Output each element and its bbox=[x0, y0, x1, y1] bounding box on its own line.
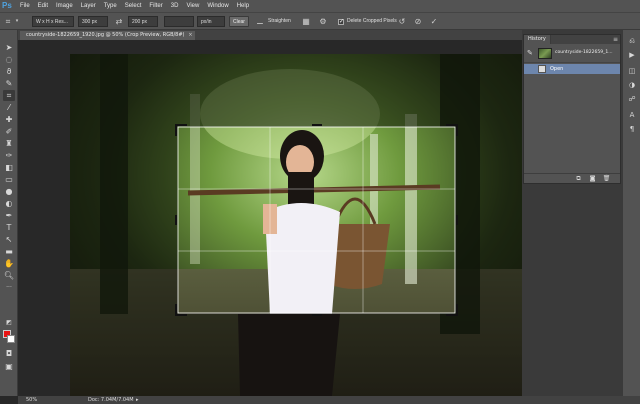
paths-panel-icon[interactable]: ☍ bbox=[626, 94, 638, 104]
menu-filter[interactable]: Filter bbox=[149, 3, 162, 9]
menu-edit[interactable]: Edit bbox=[38, 3, 48, 9]
panel-dock: History ≡ ✎ countryside-1822659_1... Ope… bbox=[522, 30, 622, 396]
blur-tool-icon[interactable]: ● bbox=[3, 186, 15, 197]
width-input[interactable]: 300 px bbox=[78, 16, 108, 27]
document-tab-bar: countryside-1822659_1920.jpg @ 50% (Crop… bbox=[18, 30, 522, 40]
snapshot-camera-icon[interactable]: ◙ bbox=[588, 175, 597, 183]
marquee-tool-icon[interactable]: ◌ bbox=[3, 54, 15, 65]
pen-tool-icon[interactable]: ✒ bbox=[3, 210, 15, 221]
healing-brush-tool-icon[interactable]: ✚ bbox=[3, 114, 15, 125]
paragraph-panel-icon[interactable]: ¶ bbox=[626, 124, 638, 134]
history-tab-bar: History ≡ bbox=[524, 35, 620, 44]
layers-panel-icon[interactable]: ◫ bbox=[626, 66, 638, 76]
eyedropper-tool-icon[interactable]: ⁄ bbox=[3, 102, 15, 113]
quick-mask-icon[interactable]: ◘ bbox=[3, 348, 15, 359]
history-footer: ⧉ ◙ 🗑︎ bbox=[524, 173, 620, 183]
resolution-unit-dropdown[interactable]: px/in bbox=[197, 16, 225, 27]
ratio-dropdown[interactable]: W x H x Res... bbox=[32, 16, 74, 27]
collapsed-panels-strip: ⎌ ▶ ◫ ◑ ☍ A ¶ bbox=[622, 30, 640, 396]
canvas-workspace[interactable] bbox=[18, 40, 522, 396]
menu-help[interactable]: Help bbox=[237, 3, 249, 9]
commit-check-icon[interactable]: ✓ bbox=[429, 16, 439, 27]
menu-bar: Ps File Edit Image Layer Type Select Fil… bbox=[0, 0, 640, 12]
screen-mode-icon[interactable]: ▣ bbox=[3, 361, 15, 372]
trash-icon[interactable]: 🗑︎ bbox=[602, 175, 611, 183]
history-brush-source-icon[interactable]: ✎ bbox=[527, 49, 533, 57]
quick-select-tool-icon[interactable]: ✎ bbox=[3, 78, 15, 89]
history-panel-icon[interactable]: ⎌ bbox=[626, 36, 638, 46]
resolution-input[interactable] bbox=[164, 16, 194, 27]
history-state-open[interactable]: Open bbox=[524, 64, 620, 74]
preset-dropdown-icon[interactable]: ▾ bbox=[14, 16, 20, 27]
zoom-level[interactable]: 50% bbox=[26, 396, 37, 404]
menu-type[interactable]: Type bbox=[104, 3, 117, 9]
straighten-icon[interactable]: ⚊ bbox=[255, 16, 265, 27]
snapshot-label: countryside-1822659_1... bbox=[555, 50, 613, 55]
overlay-grid-icon[interactable]: ▦ bbox=[301, 16, 311, 27]
menu-view[interactable]: View bbox=[186, 3, 199, 9]
type-tool-icon[interactable]: T bbox=[3, 222, 15, 233]
history-panel: History ≡ ✎ countryside-1822659_1... Ope… bbox=[523, 34, 621, 184]
menu-window[interactable]: Window bbox=[207, 3, 228, 9]
zoom-tool-icon[interactable]: 🔍︎ bbox=[3, 270, 15, 281]
move-tool-icon[interactable]: ➤ bbox=[3, 42, 15, 53]
reset-icon[interactable]: ↺ bbox=[397, 16, 407, 27]
crop-tool-icon[interactable]: ⌗ bbox=[3, 90, 15, 101]
menu-3d[interactable]: 3D bbox=[171, 3, 179, 9]
default-colors-icon[interactable]: ◩ bbox=[3, 317, 15, 328]
menu-image[interactable]: Image bbox=[56, 3, 73, 9]
menu-select[interactable]: Select bbox=[125, 3, 142, 9]
photoshop-logo: Ps bbox=[2, 1, 12, 10]
status-menu-icon[interactable]: ▸ bbox=[136, 396, 139, 404]
straighten-label[interactable]: Straighten bbox=[268, 16, 291, 27]
close-icon[interactable]: × bbox=[188, 31, 192, 40]
delete-cropped-checkbox[interactable]: ✓ bbox=[338, 19, 344, 25]
options-bar: ⌗ ▾ W x H x Res... 300 px ⇄ 200 px px/in… bbox=[0, 12, 640, 30]
document-tab-label: countryside-1822659_1920.jpg @ 50% (Crop… bbox=[26, 32, 185, 38]
brush-tool-icon[interactable]: ✐ bbox=[3, 126, 15, 137]
lasso-tool-icon[interactable]: ϑ bbox=[3, 66, 15, 77]
document-photo[interactable] bbox=[70, 54, 522, 396]
background-color-swatch[interactable] bbox=[7, 335, 15, 343]
document-size-info: Doc: 7.04M/7.04M bbox=[88, 397, 134, 403]
actions-panel-icon[interactable]: ▶ bbox=[626, 50, 638, 60]
photo-image bbox=[70, 54, 522, 396]
gear-icon[interactable]: ⚙ bbox=[318, 16, 328, 27]
cancel-icon[interactable]: ⊘ bbox=[413, 16, 423, 27]
tab-history[interactable]: History bbox=[524, 35, 551, 44]
shape-tool-icon[interactable]: ▬ bbox=[3, 246, 15, 257]
document-state-icon bbox=[538, 65, 546, 73]
hand-tool-icon[interactable]: ✋ bbox=[3, 258, 15, 269]
swap-arrows-icon[interactable]: ⇄ bbox=[113, 16, 125, 27]
eraser-tool-icon[interactable]: ◧ bbox=[3, 162, 15, 173]
clone-stamp-tool-icon[interactable]: ♜ bbox=[3, 138, 15, 149]
character-panel-icon[interactable]: A bbox=[626, 110, 638, 120]
snapshot-thumbnail bbox=[538, 48, 552, 59]
gradient-tool-icon[interactable]: ▭ bbox=[3, 174, 15, 185]
dodge-tool-icon[interactable]: ◐ bbox=[3, 198, 15, 209]
menu-layer[interactable]: Layer bbox=[81, 3, 96, 9]
history-snapshot[interactable]: ✎ countryside-1822659_1... bbox=[524, 45, 620, 63]
height-input[interactable]: 200 px bbox=[128, 16, 158, 27]
history-state-label: Open bbox=[550, 66, 564, 72]
document-tab[interactable]: countryside-1822659_1920.jpg @ 50% (Crop… bbox=[20, 31, 195, 40]
status-bar: 50% Doc: 7.04M/7.04M ▸ bbox=[18, 396, 640, 404]
channels-panel-icon[interactable]: ◑ bbox=[626, 80, 638, 90]
path-select-tool-icon[interactable]: ↖ bbox=[3, 234, 15, 245]
delete-cropped-label: Delete Cropped Pixels bbox=[347, 18, 397, 24]
more-tools-icon[interactable]: ··· bbox=[3, 282, 15, 293]
panel-menu-icon[interactable]: ≡ bbox=[613, 35, 618, 44]
new-document-from-state-icon[interactable]: ⧉ bbox=[574, 175, 583, 183]
crop-tool-preset-icon[interactable]: ⌗ bbox=[3, 16, 13, 27]
menu-file[interactable]: File bbox=[20, 3, 30, 9]
tools-panel: ➤ ◌ ϑ ✎ ⌗ ⁄ ✚ ✐ ♜ ✑ ◧ ▭ ● ◐ ✒ T ↖ ▬ ✋ 🔍︎… bbox=[0, 30, 18, 396]
clear-button[interactable]: Clear bbox=[229, 16, 249, 27]
history-brush-tool-icon[interactable]: ✑ bbox=[3, 150, 15, 161]
